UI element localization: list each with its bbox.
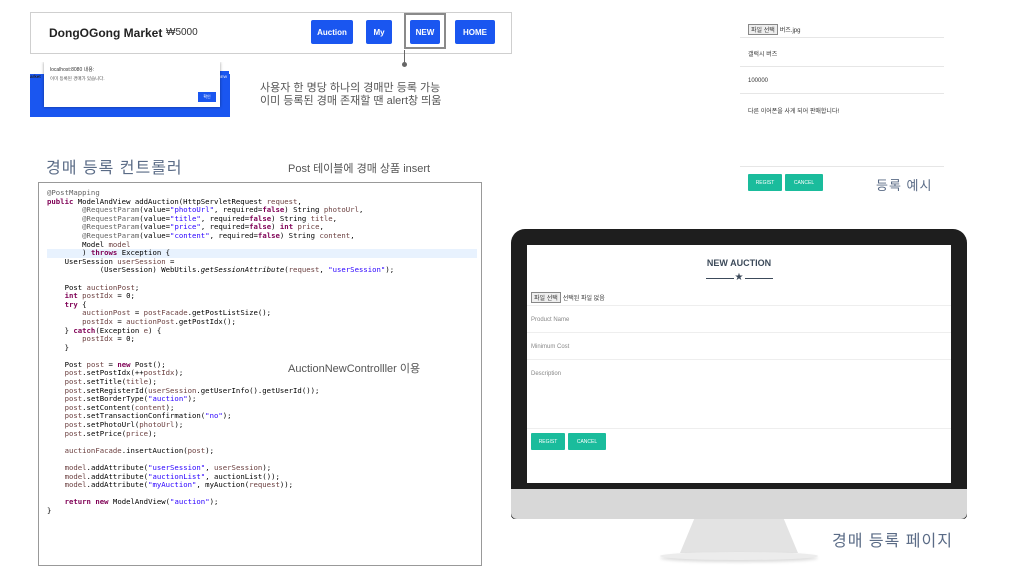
- brand-name[interactable]: DongOGong Market: [49, 26, 162, 40]
- field-divider: [527, 428, 951, 429]
- new-auction-title: NEW AUCTION: [706, 258, 772, 268]
- new-button-highlight: [404, 13, 446, 49]
- balance-amount: ₩5000: [166, 27, 198, 38]
- file-select-button[interactable]: 파일 선택: [531, 292, 561, 303]
- example-divider: [740, 37, 944, 38]
- product-name-field[interactable]: Product Name: [531, 317, 569, 323]
- code-note: AuctionNewControlller 이용: [288, 363, 421, 375]
- alert-brand-fragment: arket: [30, 74, 41, 79]
- example-divider: [740, 93, 944, 94]
- example-divider: [740, 166, 944, 167]
- code-block: @PostMapping public ModelAndView addAuct…: [47, 188, 481, 516]
- example-divider: [740, 66, 944, 67]
- file-row: 파일 선택 선택된 파일 없음: [531, 292, 605, 303]
- rule-note-line2: 이미 등록된 경매 존재할 땐 alert창 띄움: [260, 95, 442, 107]
- star-icon: ★: [734, 272, 744, 283]
- example-file-name: 버즈.jpg: [779, 28, 801, 34]
- example-file-button[interactable]: 파일 선택: [748, 24, 778, 35]
- example-title-value[interactable]: 갤럭시 버즈: [748, 49, 777, 58]
- alert-host: localhost:8080 내용:: [50, 67, 95, 73]
- monitor-base: [660, 552, 818, 560]
- minimum-cost-field[interactable]: Minimum Cost: [531, 344, 569, 350]
- cancel-button[interactable]: CANCEL: [568, 433, 606, 450]
- rule-note: 사용자 한 명당 하나의 경매만 등록 가능 이미 등록된 경매 존재할 땐 a…: [260, 82, 441, 108]
- rule-note-line1: 사용자 한 명당 하나의 경매만 등록 가능: [260, 82, 441, 94]
- callout-dot: [402, 62, 407, 67]
- registration-example: 파일 선택 버즈.jpg 갤럭시 버즈 100000 다른 이어폰을 사게 되어 …: [740, 16, 944, 196]
- example-content-value[interactable]: 다른 이어폰을 사게 되어 판매합니다!: [748, 106, 839, 115]
- nav-auction-button[interactable]: Auction: [311, 20, 353, 44]
- new-auction-page: NEW AUCTION ★ 파일 선택 선택된 파일 없음 Product Nam…: [527, 245, 951, 483]
- regist-button[interactable]: REGIST: [531, 433, 565, 450]
- monitor-stand: [680, 519, 798, 553]
- example-file-row: 파일 선택 버즈.jpg: [748, 24, 800, 35]
- title-ornament-right: [745, 278, 773, 279]
- example-cancel-button[interactable]: CANCEL: [785, 174, 823, 191]
- example-price-value[interactable]: 100000: [748, 78, 768, 84]
- monitor-chin: [511, 489, 967, 519]
- page-caption: 경매 등록 페이지: [832, 533, 953, 550]
- field-divider: [527, 332, 951, 333]
- alert-screenshot: arket NEW localhost:8080 내용: 이미 등록된 경매가 …: [30, 62, 230, 117]
- market-navbar: DongOGong Market ₩5000 Auction My NEW HO…: [30, 12, 512, 54]
- field-divider: [527, 305, 951, 306]
- nav-home-button[interactable]: HOME: [455, 20, 495, 44]
- alert-ok-button[interactable]: 확인: [198, 92, 216, 102]
- file-status: 선택된 파일 없음: [562, 296, 605, 302]
- section-title: 경매 등록 컨트롤러: [46, 160, 183, 177]
- alert-message: 이미 등록된 경매가 있습니다.: [50, 76, 105, 81]
- nav-my-button[interactable]: My: [366, 20, 392, 44]
- example-regist-button[interactable]: REGIST: [748, 174, 782, 191]
- section-subtitle: Post 테이블에 경매 상품 insert: [288, 163, 431, 175]
- alert-dialog: localhost:8080 내용: 이미 등록된 경매가 있습니다. 확인: [44, 62, 220, 107]
- example-caption: 등록 예시: [876, 178, 933, 193]
- description-field[interactable]: Description: [531, 371, 561, 377]
- field-divider: [527, 359, 951, 360]
